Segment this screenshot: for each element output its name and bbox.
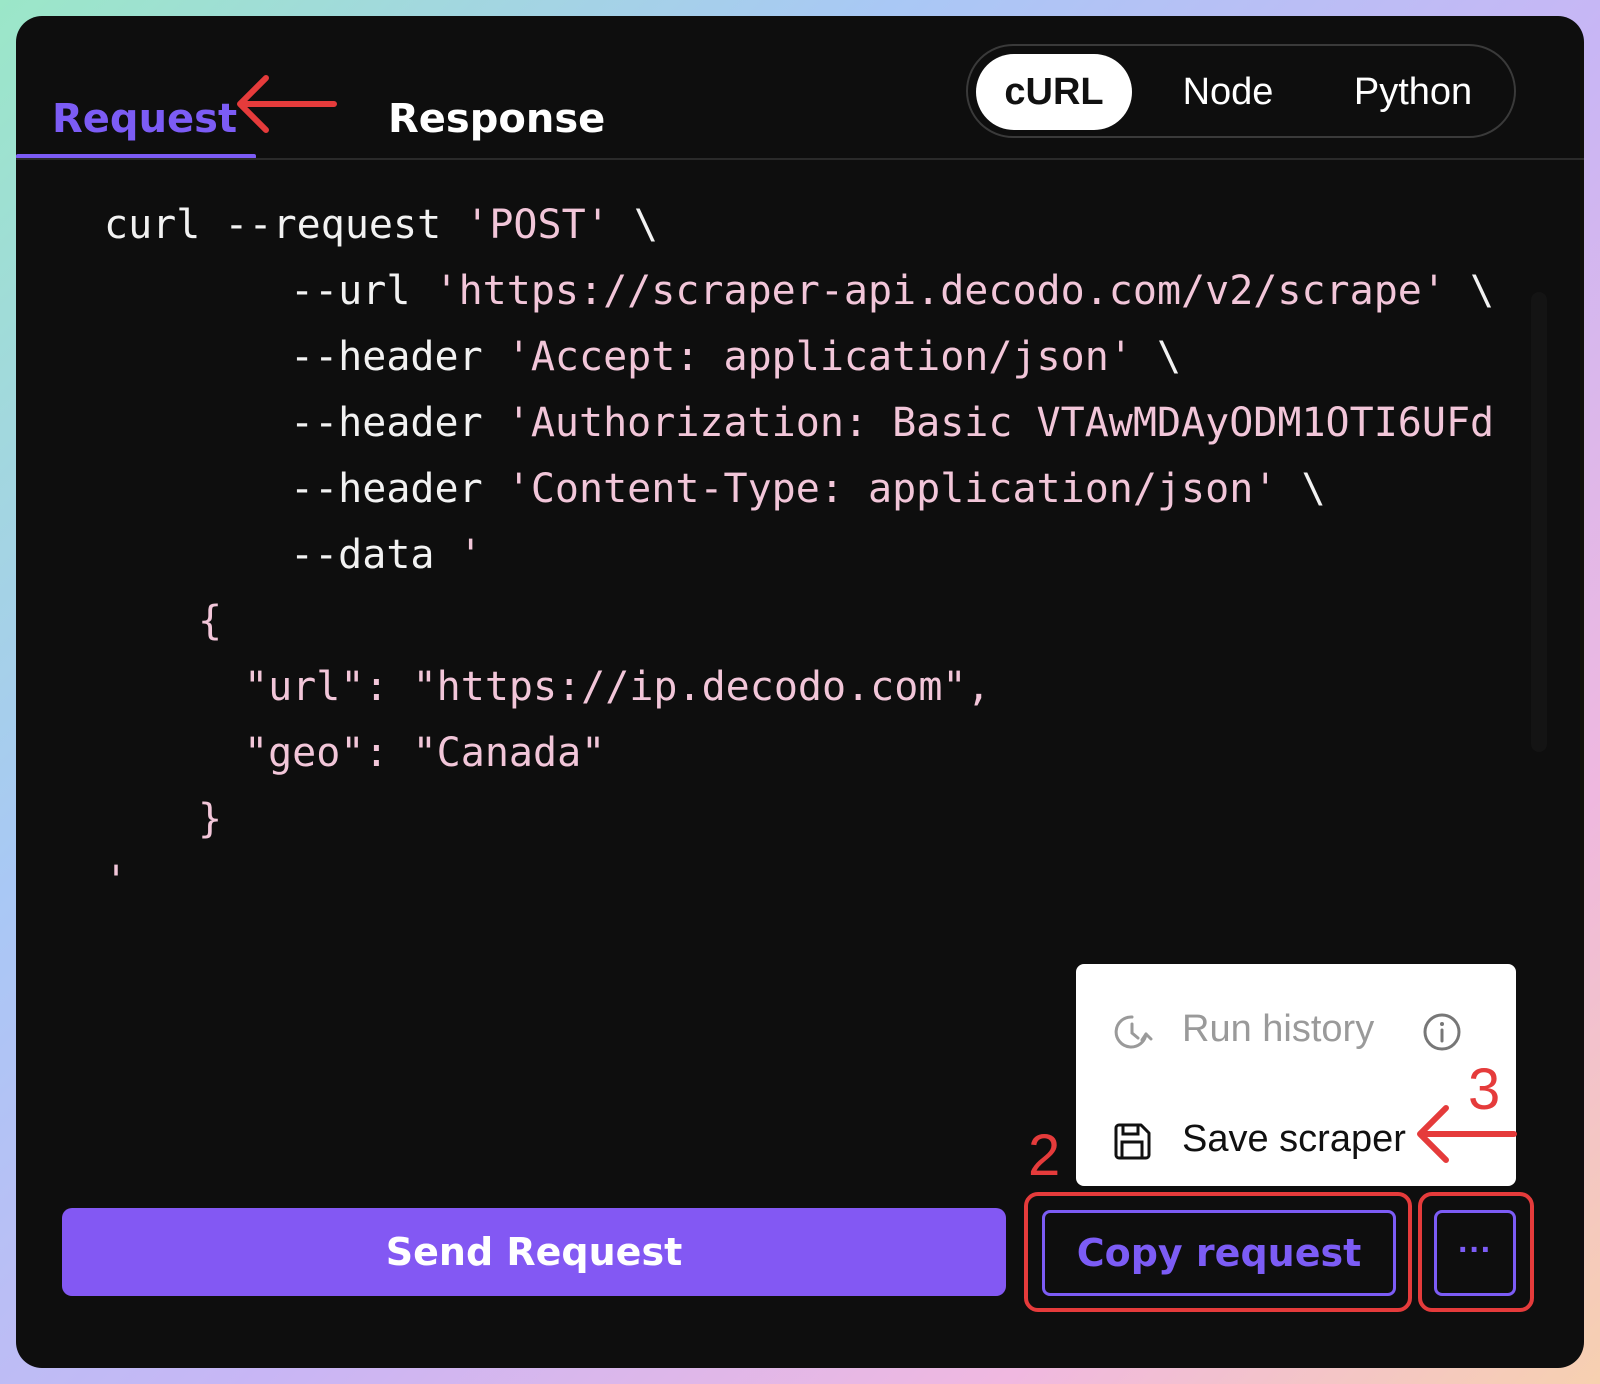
tab-response[interactable]: Response <box>388 96 605 142</box>
code-scrollbar[interactable] <box>1531 292 1547 752</box>
language-switcher: cURL Node Python <box>966 44 1516 138</box>
code-line: curl --request 'POST' \ <box>104 202 658 248</box>
send-request-button[interactable]: Send Request <box>62 1208 1006 1296</box>
annotation-arrow-request <box>237 75 337 133</box>
request-panel: Request Response cURL Node Python curl -… <box>16 16 1584 1368</box>
tabs-divider <box>16 158 1584 160</box>
tab-request[interactable]: Request <box>52 96 237 142</box>
menu-item-label: Save scraper <box>1182 1118 1406 1160</box>
menu-item-run-history[interactable]: Run history <box>1076 986 1516 1076</box>
lang-option-python[interactable]: Python <box>1328 54 1498 130</box>
more-options-button[interactable]: ··· <box>1434 1210 1516 1296</box>
history-icon <box>1114 1015 1153 1049</box>
save-icon <box>1114 1123 1151 1160</box>
code-line: } <box>198 796 223 842</box>
annotation-arrow-save <box>1417 1105 1517 1163</box>
info-icon[interactable] <box>1420 1010 1464 1054</box>
code-line: "url": "https://ip.decodo.com", <box>244 664 991 710</box>
code-line: --header 'Authorization: Basic VTAwMDAyO… <box>290 400 1496 446</box>
copy-request-button[interactable]: Copy request <box>1042 1210 1396 1296</box>
code-line: --data ' <box>290 532 483 578</box>
code-line: ' <box>104 858 129 904</box>
annotation-number-2: 2 <box>1028 1123 1061 1188</box>
code-line: --header 'Content-Type: application/json… <box>290 466 1326 512</box>
code-block: curl --request 'POST' \ --url 'https://s… <box>16 186 1496 906</box>
lang-option-curl[interactable]: cURL <box>976 54 1132 130</box>
lang-option-node[interactable]: Node <box>1158 54 1298 130</box>
code-line: { <box>198 598 223 644</box>
code-line: --header 'Accept: application/json' \ <box>290 334 1182 380</box>
code-line: --url 'https://scraper-api.decodo.com/v2… <box>290 268 1495 314</box>
menu-item-label: Run history <box>1182 1008 1375 1050</box>
code-line: "geo": "Canada" <box>244 730 606 776</box>
